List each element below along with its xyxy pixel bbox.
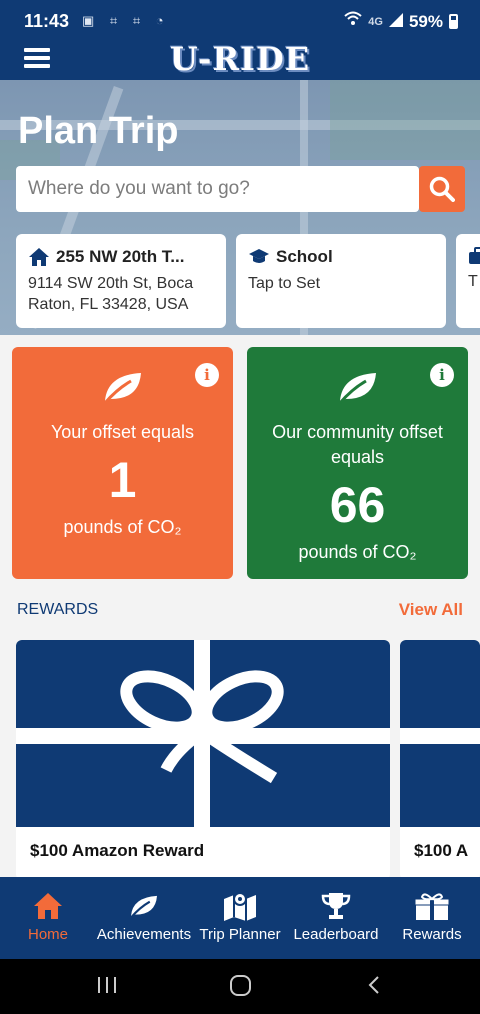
reward-name: $100 Amazon Reward	[30, 841, 205, 860]
page-title: Plan Trip	[18, 110, 179, 152]
nav-label: Achievements	[96, 926, 192, 943]
bottom-navigation: Home Achievements Trip Planner Leaderboa…	[0, 877, 480, 959]
recent-apps-icon	[98, 977, 116, 993]
info-icon[interactable]: i	[430, 363, 454, 387]
nav-label: Home	[27, 926, 68, 943]
community-offset-card: i Our community offset equals 66 pounds …	[247, 347, 468, 579]
notification-icons: ▣ ⌗ ⌗ ◔	[82, 13, 170, 28]
location-card-school[interactable]: School Tap to Set	[236, 234, 446, 328]
nav-label: Trip Planner	[199, 926, 281, 943]
your-offset-card: i Your offset equals 1 pounds of CO₂	[12, 347, 233, 579]
app-header: U-RIDE	[0, 40, 480, 80]
battery-percent: 59%	[408, 11, 443, 31]
reward-card[interactable]: $100 Amazon Reward	[16, 640, 390, 880]
leaf-icon	[130, 895, 157, 919]
back-button[interactable]	[366, 973, 382, 1002]
map-icon	[224, 892, 256, 921]
offset-value: 66	[329, 477, 386, 533]
search-icon	[429, 176, 455, 202]
location-address: 9114 SW 20th St, Boca Raton, FL 33428, U…	[28, 275, 194, 313]
offset-value: 1	[108, 452, 137, 508]
nav-home[interactable]: Home	[0, 877, 96, 959]
home-system-button[interactable]	[229, 973, 253, 1002]
gift-card-image	[16, 640, 390, 827]
status-time: 11:43	[24, 11, 70, 31]
leaf-icon	[103, 373, 141, 404]
network-label: 4G	[368, 15, 383, 28]
home-icon	[29, 248, 49, 266]
offset-label: Your offset equals	[50, 422, 195, 442]
offset-unit: pounds of CO₂	[298, 542, 417, 562]
gift-card-image	[400, 640, 480, 827]
app-logo: U-RIDE	[169, 40, 311, 78]
status-right: 4G 59%	[344, 11, 458, 32]
nav-trip-planner[interactable]: Trip Planner	[192, 877, 288, 959]
info-icon[interactable]: i	[195, 363, 219, 387]
reward-name: $100 A	[414, 841, 469, 860]
leaf-icon	[338, 373, 376, 404]
signal-icon	[388, 12, 403, 32]
location-title: School	[276, 247, 333, 266]
search-button[interactable]	[419, 166, 465, 212]
nav-rewards[interactable]: Rewards	[384, 877, 480, 959]
trophy-icon	[321, 893, 351, 919]
back-icon	[368, 976, 379, 994]
wifi-icon	[344, 11, 362, 32]
graduation-cap-icon	[249, 249, 269, 263]
home-circle-icon	[230, 975, 251, 996]
location-subtitle: Tap to Set	[248, 275, 321, 292]
map-area	[330, 80, 480, 160]
location-card-work[interactable]: T	[456, 234, 480, 328]
offset-label: Our community offset equals	[272, 422, 443, 467]
briefcase-icon	[469, 247, 480, 264]
rewards-heading: REWARDS	[17, 601, 99, 618]
location-card-home[interactable]: 255 NW 20th T... 9114 SW 20th St, Boca R…	[16, 234, 226, 328]
nav-label: Leaderboard	[293, 926, 379, 943]
location-subtitle: T	[468, 273, 478, 290]
home-icon	[34, 893, 62, 919]
system-navigation-bar	[0, 959, 480, 1014]
battery-icon	[449, 14, 458, 29]
offset-unit: pounds of CO₂	[63, 517, 182, 537]
reward-card[interactable]: $100 A	[400, 640, 480, 880]
nav-label: Rewards	[402, 926, 462, 943]
status-bar: 11:43 ▣ ⌗ ⌗ ◔ 4G 59%	[0, 0, 480, 44]
recent-apps-button[interactable]	[96, 973, 118, 1002]
search-input[interactable]: Where do you want to go?	[16, 166, 419, 212]
gift-icon	[414, 893, 450, 920]
plan-trip-hero: Plan Trip Where do you want to go? 255 N…	[0, 80, 480, 335]
view-all-link[interactable]: View All	[399, 600, 463, 620]
location-title: 255 NW 20th T...	[56, 247, 185, 266]
nav-leaderboard[interactable]: Leaderboard	[288, 877, 384, 959]
nav-achievements[interactable]: Achievements	[96, 877, 192, 959]
